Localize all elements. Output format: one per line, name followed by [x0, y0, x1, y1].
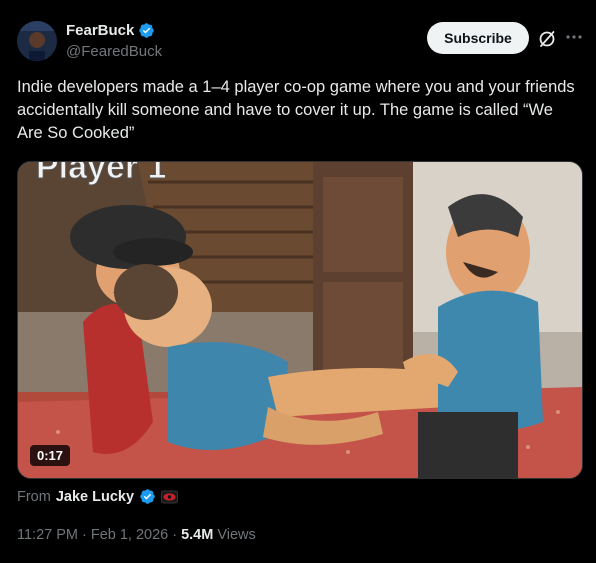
tweet-time[interactable]: 11:27 PM [17, 527, 78, 543]
video-source: From Jake Lucky [17, 488, 179, 505]
subscribe-button[interactable]: Subscribe [427, 22, 529, 54]
author-name-row[interactable]: FearBuck [66, 22, 155, 39]
verified-badge-icon [138, 22, 155, 39]
tweet-meta: 11:27 PM · Feb 1, 2026 · 5.4M Views [17, 527, 256, 543]
tweet-text: Indie developers made a 1–4 player co-op… [17, 78, 580, 142]
author-display-name[interactable]: FearBuck [66, 22, 134, 39]
tweet-card: FearBuck @FearedBuck Subscribe Indie dev… [0, 0, 596, 563]
grok-icon[interactable] [537, 29, 557, 49]
source-verified-icon [139, 488, 156, 505]
video-player[interactable]: Player 1 0:17 [17, 161, 583, 479]
player-label-overlay: Player 1 [36, 162, 166, 186]
more-icon[interactable] [564, 27, 584, 47]
views-label: Views [217, 527, 256, 543]
avatar[interactable] [17, 21, 57, 61]
tweet-date[interactable]: Feb 1, 2026 [91, 527, 168, 543]
meta-separator: · [82, 527, 87, 543]
video-duration: 0:17 [30, 445, 71, 466]
red-eye-badge-icon [161, 490, 179, 504]
from-label: From [17, 488, 51, 505]
author-handle[interactable]: @FearedBuck [66, 43, 162, 60]
source-name[interactable]: Jake Lucky [56, 489, 134, 505]
video-thumbnail: Player 1 [18, 162, 582, 478]
views-count: 5.4M [181, 527, 214, 543]
meta-separator: · [172, 527, 178, 543]
